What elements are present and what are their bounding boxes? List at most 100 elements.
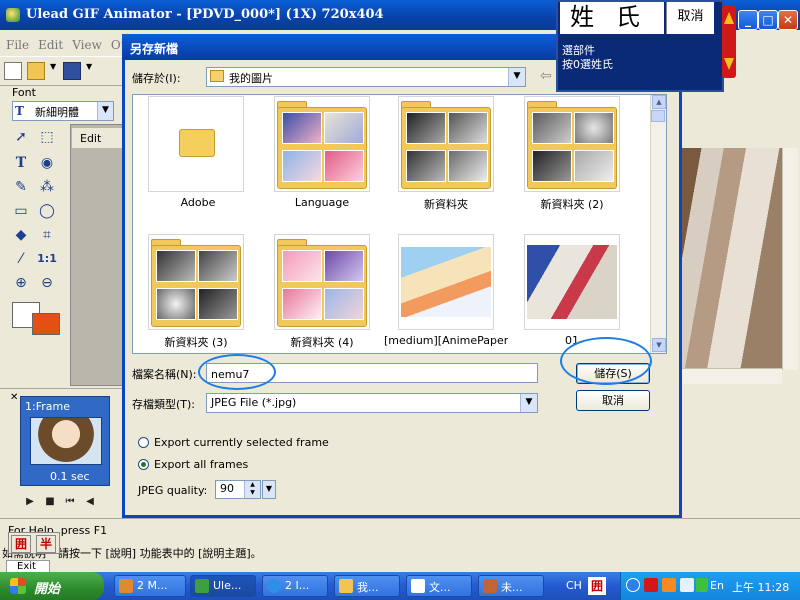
chevron-down-icon[interactable]: ▼ [262,480,276,499]
fill-tool-icon[interactable]: ◆ [10,224,32,246]
radio-button[interactable] [138,459,149,470]
taskbar-item[interactable]: 文... [406,575,472,597]
frame-delay: 0.1 sec [50,470,90,483]
radio-export-all[interactable]: Export all frames [138,458,248,471]
scroll-down-icon[interactable]: ▼ [652,338,666,352]
close-button[interactable]: ✕ [778,10,798,30]
file-tile-adobe[interactable] [148,96,244,192]
quality-spinner-icon[interactable]: ▲ ▼ [244,481,260,498]
app-icon [195,579,209,593]
ime-mode-icon[interactable]: 囲 [588,577,606,595]
chevron-down-icon[interactable]: ▼ [508,68,525,86]
file-name: 新資料夾 (4) [290,336,354,349]
background-color-swatch[interactable] [32,313,60,335]
scroll-thumb[interactable] [651,110,665,122]
taskbar-item-label: 文... [429,581,451,594]
scroll-up-icon[interactable]: ▲ [652,95,666,109]
keyboard-layout[interactable]: En [710,579,724,592]
menu-view[interactable]: View [66,30,105,52]
chevron-down-icon[interactable]: ▼ [97,102,113,120]
close-icon[interactable]: ✕ [10,392,18,403]
file-list-scrollbar[interactable]: ▲ ▼ [650,95,666,353]
tray-arrow-icon[interactable] [626,578,640,592]
tray-app-icon[interactable] [662,578,676,592]
eyedropper-tool-icon[interactable]: ⁄ [10,248,32,270]
open-folder-icon[interactable] [27,62,45,80]
zoom-out-icon[interactable]: ⊖ [36,272,58,294]
tool-panel: ➚ ⬚ T ◉ ✎ ⁂ ▭ ◯ ◆ ⌗ ⁄ 1:1 ⊕ ⊖ [8,124,66,386]
first-frame-icon[interactable]: ⏮ [60,496,80,514]
menu-edit[interactable]: Edit [32,30,66,52]
new-file-icon[interactable] [4,62,22,80]
taskbar-item-active[interactable]: Ule... [190,575,256,597]
tray-app-icon[interactable] [644,578,658,592]
image-canvas[interactable] [682,148,782,370]
file-name: 新資料夾 [424,198,468,211]
menu-file[interactable]: File [0,30,32,52]
radio-button[interactable] [138,437,149,448]
stop-icon[interactable]: ■ [40,496,60,514]
ime-candidate-chars[interactable]: 姓氏 [560,2,664,34]
taskbar-item[interactable]: 未... [478,575,544,597]
play-icon[interactable]: ▶ [20,496,40,514]
radio-export-selected[interactable]: Export currently selected frame [138,436,329,449]
taskbar-item[interactable]: 我... [334,575,400,597]
cancel-button[interactable]: 取消 [576,390,650,411]
frame-thumbnail[interactable] [30,417,102,465]
network-icon[interactable] [696,578,708,592]
lasso-tool-icon[interactable]: ◯ [36,200,58,222]
canvas-vertical-scrollbar[interactable] [782,148,798,370]
taskbar-item[interactable]: 2 I... [262,575,328,597]
folder-icon [527,107,617,189]
ime-cancel-button[interactable]: 取消 [666,2,714,34]
minimize-button[interactable]: _ [738,10,758,30]
speaker-icon[interactable] [680,578,694,592]
taskbar-item-label: 2 M... [137,579,168,592]
brush-tool-icon[interactable]: ✎ [10,176,32,198]
save-in-label: 儲存於(I): [132,72,181,85]
text-tool-icon[interactable]: T [10,152,32,174]
file-tile-new-folder-3[interactable] [148,234,244,330]
marquee-tool-icon[interactable]: ⬚ [36,126,58,148]
arrow-down-icon[interactable] [724,58,734,70]
pointer-tool-icon[interactable]: ➚ [10,126,32,148]
zoom-in-icon[interactable]: ⊕ [10,272,32,294]
back-arrow-icon[interactable]: ⇦ [540,68,552,84]
file-tile-animepaper[interactable] [398,234,494,330]
file-tile-new-folder-4[interactable] [274,234,370,330]
canvas-horizontal-scrollbar[interactable] [682,368,782,384]
previous-frame-icon[interactable]: ◀ [80,496,100,514]
filetype-label: 存檔類型(T): [132,398,196,411]
magic-wand-icon[interactable]: ⁂ [36,176,58,198]
play-tool-icon[interactable]: ◉ [36,152,58,174]
ime-width-key[interactable]: 半 [36,535,56,553]
chevron-down-icon[interactable]: ▼ [50,62,58,80]
crop-tool-icon[interactable]: ⌗ [36,224,58,246]
maximize-button[interactable]: □ [758,10,778,30]
file-tile-language[interactable] [274,96,370,192]
radio-label: Export all frames [154,458,249,471]
taskbar-item[interactable]: 2 M... [114,575,186,597]
file-tile-new-folder-2[interactable] [524,96,620,192]
filetype-select[interactable]: JPEG File (*.jpg) [206,393,538,413]
save-in-select[interactable]: 我的圖片 [206,67,526,87]
workspace-left [70,124,128,386]
file-tile-01[interactable] [524,234,620,330]
input-language[interactable]: CH [566,579,582,592]
chevron-down-icon[interactable]: ▼ [520,394,537,412]
folder-icon [401,107,491,189]
eraser-tool-icon[interactable]: ▭ [10,200,32,222]
tab-edit[interactable]: Edit [72,128,126,148]
actual-size-icon[interactable]: 1:1 [36,248,58,270]
ime-page-scroll[interactable] [722,6,736,78]
save-icon[interactable] [63,62,81,80]
pictures-folder-icon [210,70,224,82]
file-tile-new-folder[interactable] [398,96,494,192]
paint-icon [483,579,497,593]
jpeg-quality-label: JPEG quality: [138,484,208,497]
main-toolbar: ▼ ▼ [0,56,125,86]
arrow-up-icon[interactable] [724,12,734,24]
file-name: 新資料夾 (3) [164,336,228,349]
chevron-down-icon[interactable]: ▼ [86,62,94,80]
ime-mode-key[interactable]: 囲 [11,535,31,553]
